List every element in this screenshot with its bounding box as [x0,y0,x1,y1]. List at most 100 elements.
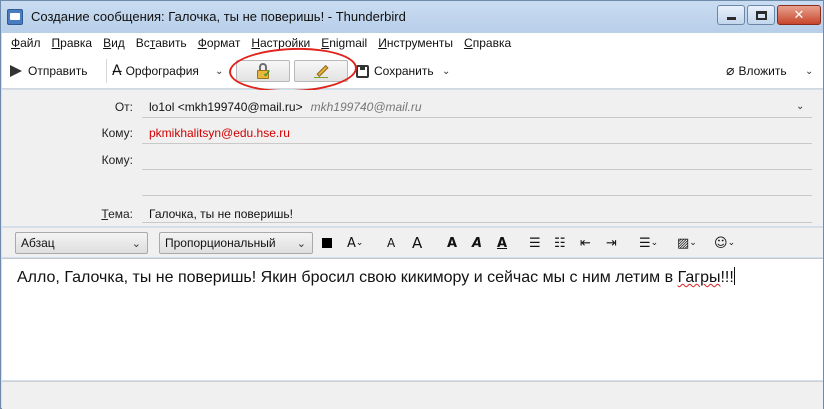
smaller-text-icon: A [387,236,396,250]
send-icon [10,65,24,77]
insert-emoji-button[interactable]: ☺ ⌄ [714,234,735,252]
message-header: От: lo1ol <mkh199740@mail.ru> mkh199740@m… [2,90,823,226]
to-field[interactable]: pkmikhalitsyn@edu.hse.ru [149,126,290,140]
menu-item[interactable]: Правка [52,36,93,50]
spellcheck-icon: A̶ [112,63,122,79]
text-color-swatch [322,238,332,248]
from-value: lo1ol <mkh199740@mail.ru> [149,100,303,114]
bullet-list-icon: ☰ [529,235,541,251]
menu-bar: Файл Правка Вид Вставить Формат Настройки Enig… [2,33,823,53]
save-button[interactable]: Сохранить [356,60,434,82]
chevron-down-icon: ⌄ [650,238,659,248]
emoji-icon: ☺ [714,235,728,251]
chevron-down-icon: ⌄ [796,101,805,112]
title-bar: Создание сообщения: Галочка, ты не повер… [1,1,823,33]
paperclip-icon: ⌀ [726,63,735,79]
spelling-label: Орфография [125,64,199,78]
chevron-down-icon: ⌄ [131,237,141,250]
font-size-icon: A [347,235,356,251]
bold-icon: A [447,235,458,251]
from-hint: mkh199740@mail.ru [310,100,422,114]
from-field[interactable]: lo1ol <mkh199740@mail.ru> mkh199740@mail.… [149,100,422,114]
menu-item[interactable]: Файл [11,36,41,50]
toolbar-separator [106,59,107,83]
chevron-down-icon: ⌄ [805,65,814,77]
close-button[interactable]: ✕ [777,5,821,25]
compose-window: Создание сообщения: Галочка, ты не повер… [0,0,824,409]
indent-icon: ⇥ [606,235,617,251]
maximize-icon [755,10,767,20]
compose-toolbar: Отправить A̶ Орфография ⌄ ✓ Сохранить ⌄ [2,53,823,89]
font-family-select[interactable]: Пропорциональный ⌄ [159,232,313,254]
chevron-down-icon: ⌄ [727,238,736,248]
minimize-icon [726,16,736,20]
save-dropdown[interactable]: ⌄ [442,60,456,82]
indent-button[interactable]: ⇥ [606,234,617,252]
status-bar [2,381,823,409]
underline-button[interactable]: A [497,234,507,252]
cc-label: Кому: [101,153,133,167]
paragraph-format-value: Абзац [21,236,55,250]
format-toolbar: Абзац ⌄ Пропорциональный ⌄ A ⌄ A A A A A … [2,227,823,257]
divider [142,169,812,170]
chevron-down-icon: ⌄ [442,65,451,77]
message-body-text: Алло, Галочка, ты не поверишь! Якин брос… [17,267,735,286]
close-icon: ✕ [793,7,805,23]
numbered-list-button[interactable]: ☷ [554,234,566,252]
divider [142,143,812,144]
align-button[interactable]: ☰ ⌄ [639,234,658,252]
misspelled-word: Гагры [677,269,721,286]
subject-field[interactable]: Галочка, ты не поверишь! [149,207,293,221]
numbered-list-icon: ☷ [554,235,566,251]
image-icon: ▨ [677,235,690,251]
menu-item[interactable]: Enigmail [321,36,367,50]
larger-text-icon: A [412,234,423,252]
spelling-dropdown[interactable]: ⌄ [215,60,229,82]
menu-item[interactable]: Вставить [136,36,187,50]
menu-item[interactable]: Справка [464,36,511,50]
divider [142,195,812,196]
menu-item[interactable]: Вид [103,36,125,50]
menu-item[interactable]: Инструменты [378,36,453,50]
window-title: Создание сообщения: Галочка, ты не повер… [31,9,406,24]
chevron-down-icon: ⌄ [689,238,697,248]
outdent-button[interactable]: ⇤ [580,234,591,252]
underline-icon: A [497,235,508,251]
message-body-editor[interactable]: Алло, Галочка, ты не поверишь! Якин брос… [2,258,823,380]
smaller-text-button[interactable]: A [387,234,395,252]
align-icon: ☰ [639,235,651,251]
chevron-down-icon: ⌄ [215,65,224,77]
insert-image-button[interactable]: ▨ ⌄ [677,234,697,252]
paragraph-format-select[interactable]: Абзац ⌄ [15,232,148,254]
to-label: Кому: [101,126,133,140]
minimize-button[interactable] [717,5,745,25]
font-size-button[interactable]: A ⌄ [347,234,363,252]
from-label: От: [114,100,133,114]
bullet-list-button[interactable]: ☰ [529,234,541,252]
larger-text-button[interactable]: A [412,234,422,252]
italic-icon: A [472,235,483,251]
thunderbird-icon [7,9,23,25]
outdent-icon: ⇤ [580,235,591,251]
italic-button[interactable]: A [472,234,482,252]
text-color-button[interactable] [322,234,332,252]
maximize-button[interactable] [747,5,775,25]
attach-dropdown[interactable]: ⌄ [805,60,819,82]
spelling-button[interactable]: A̶ Орфография [112,60,199,82]
attach-label: Вложить [738,64,787,78]
subject-label: Тема: [101,207,133,221]
send-button[interactable]: Отправить [10,60,88,82]
attach-button[interactable]: ⌀ Вложить [726,60,787,82]
save-icon [356,64,369,78]
chevron-down-icon: ⌄ [355,238,364,248]
text-caret [733,267,735,285]
bold-button[interactable]: A [447,234,457,252]
divider [142,222,812,223]
from-dropdown[interactable]: ⌄ [796,98,804,112]
chevron-down-icon: ⌄ [296,237,306,250]
divider [142,117,812,118]
menu-item[interactable]: Формат [198,36,241,50]
send-label: Отправить [28,64,88,78]
font-family-value: Пропорциональный [165,236,276,250]
save-label: Сохранить [374,64,434,78]
